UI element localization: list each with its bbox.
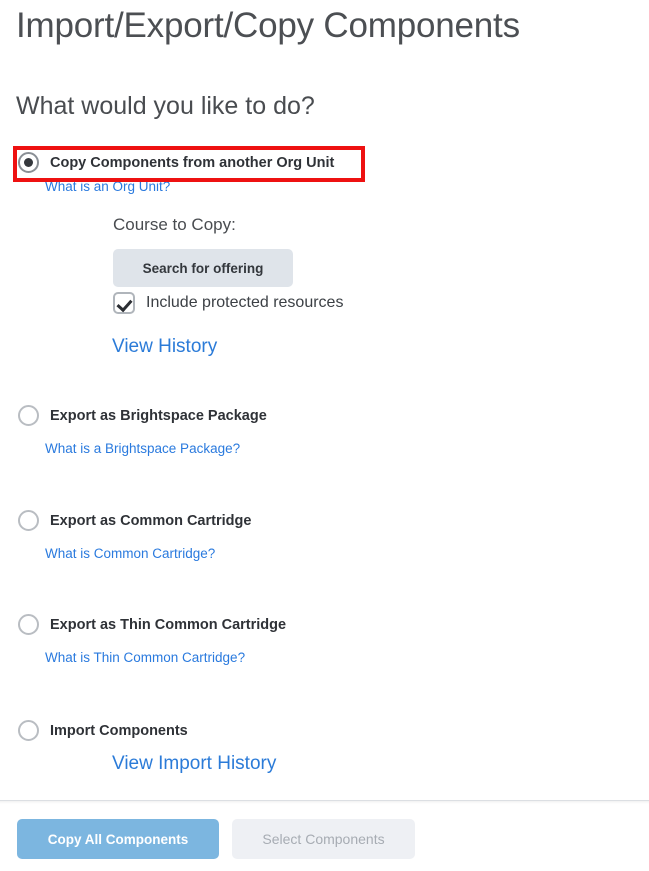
link-what-is-a-brightspace-package[interactable]: What is a Brightspace Package? <box>45 441 240 456</box>
radio-label-export-thin-common-cartridge: Export as Thin Common Cartridge <box>50 617 286 633</box>
copy-all-components-button[interactable]: Copy All Components <box>17 819 219 859</box>
radio-label-export-common-cartridge: Export as Common Cartridge <box>50 513 251 529</box>
link-what-is-an-org-unit[interactable]: What is an Org Unit? <box>45 179 170 194</box>
section-heading: What would you like to do? <box>16 92 315 121</box>
radio-indicator-export-thin-common-cartridge[interactable] <box>18 614 39 635</box>
include-protected-resources-label: Include protected resources <box>146 294 343 312</box>
radio-indicator-export-brightspace-package[interactable] <box>18 405 39 426</box>
link-view-import-history[interactable]: View Import History <box>112 753 276 775</box>
radio-label-copy-components: Copy Components from another Org Unit <box>50 155 334 171</box>
link-view-history[interactable]: View History <box>112 336 217 358</box>
link-what-is-thin-common-cartridge[interactable]: What is Thin Common Cartridge? <box>45 650 245 665</box>
radio-indicator-copy-components[interactable] <box>18 152 39 173</box>
include-protected-resources-row[interactable]: Include protected resources <box>113 292 343 314</box>
radio-option-export-thin-common-cartridge[interactable]: Export as Thin Common Cartridge <box>18 614 286 635</box>
radio-label-import-components: Import Components <box>50 723 188 739</box>
search-for-offering-button[interactable]: Search for offering <box>113 249 293 287</box>
radio-indicator-export-common-cartridge[interactable] <box>18 510 39 531</box>
page-title: Import/Export/Copy Components <box>16 6 520 46</box>
select-components-button[interactable]: Select Components <box>232 819 415 859</box>
radio-label-export-brightspace-package: Export as Brightspace Package <box>50 408 267 424</box>
import-export-copy-components-page: Import/Export/Copy Components What would… <box>0 0 649 871</box>
radio-option-export-common-cartridge[interactable]: Export as Common Cartridge <box>18 510 251 531</box>
include-protected-resources-checkbox[interactable] <box>113 292 135 314</box>
radio-option-export-brightspace-package[interactable]: Export as Brightspace Package <box>18 405 267 426</box>
radio-option-copy-components[interactable]: Copy Components from another Org Unit <box>18 152 334 173</box>
radio-indicator-import-components[interactable] <box>18 720 39 741</box>
footer-shadow <box>0 801 649 804</box>
radio-option-import-components[interactable]: Import Components <box>18 720 188 741</box>
course-to-copy-label: Course to Copy: <box>113 215 236 235</box>
link-what-is-common-cartridge[interactable]: What is Common Cartridge? <box>45 546 215 561</box>
